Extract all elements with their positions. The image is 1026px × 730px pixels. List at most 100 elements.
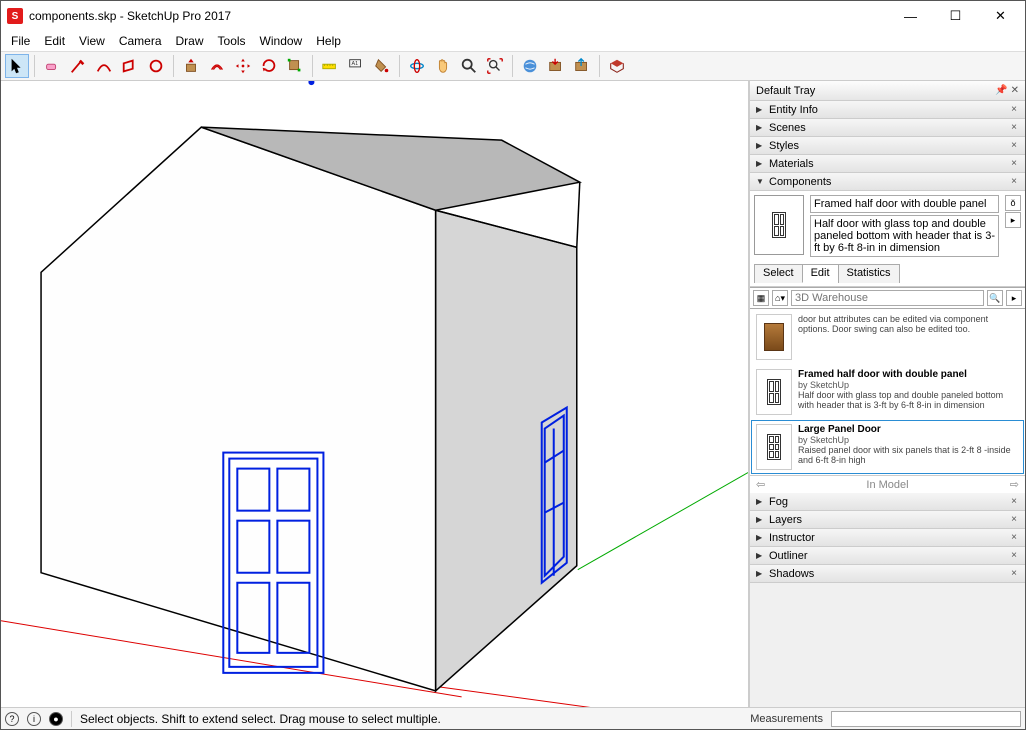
panel-fog[interactable]: ▶Fog× [750,493,1025,511]
component-name-field[interactable] [810,195,999,213]
text-tool[interactable]: A1 [344,54,368,78]
panel-layers[interactable]: ▶Layers× [750,511,1025,529]
panel-close-icon[interactable]: × [1009,550,1019,561]
paint-tool[interactable] [370,54,394,78]
signin-status-icon[interactable]: ● [49,712,63,726]
orbit-tool[interactable] [405,54,429,78]
tape-tool[interactable] [318,54,342,78]
panel-outliner[interactable]: ▶Outliner× [750,547,1025,565]
tab-statistics[interactable]: Statistics [838,264,900,283]
maximize-button[interactable]: ☐ [933,2,978,30]
add-location-tool[interactable] [518,54,542,78]
panel-shadows[interactable]: ▶Shadows× [750,565,1025,583]
default-tray: Default Tray 📌 ✕ ▶Entity Info× ▶Scenes× … [749,81,1025,707]
panel-close-icon[interactable]: × [1009,104,1019,115]
components-list: door but attributes can be edited via co… [750,309,1025,475]
panel-close-icon[interactable]: × [1009,568,1019,579]
scale-tool[interactable] [283,54,307,78]
toolbar-separator [173,55,174,77]
panel-materials[interactable]: ▶Materials× [750,155,1025,173]
panel-entity-info[interactable]: ▶Entity Info× [750,101,1025,119]
search-input[interactable] [791,290,984,306]
tray-empty [750,583,1025,707]
toolbar: A1 [1,51,1025,81]
component-thumbnail [754,195,804,255]
app-icon: S [7,8,23,24]
component-replace-button[interactable]: ▸ [1005,212,1021,228]
move-tool[interactable] [231,54,255,78]
panel-close-icon[interactable]: × [1009,532,1019,543]
components-search-row: ▦ ⌂▾ 🔍 ▸ [750,287,1025,309]
measurements-input[interactable] [831,711,1021,727]
component-thumb-icon [756,424,792,470]
component-item[interactable]: door but attributes can be edited via co… [751,310,1024,364]
panel-close-icon[interactable]: × [1009,514,1019,525]
main-area: Default Tray 📌 ✕ ▶Entity Info× ▶Scenes× … [1,81,1025,707]
rectangle-tool[interactable] [118,54,142,78]
menu-file[interactable]: File [5,32,36,50]
window-titlebar: S components.skp - SketchUp Pro 2017 — ☐… [1,1,1025,31]
panel-close-icon[interactable]: × [1009,122,1019,133]
menu-tools[interactable]: Tools [212,32,252,50]
panel-close-icon[interactable]: × [1009,496,1019,507]
tab-select[interactable]: Select [754,264,803,283]
panel-styles[interactable]: ▶Styles× [750,137,1025,155]
tray-pin-icon[interactable]: 📌 [995,85,1007,96]
share-model-tool[interactable] [570,54,594,78]
nav-back-icon[interactable]: ⇦ [756,478,765,491]
select-tool[interactable] [5,54,29,78]
nav-forward-icon[interactable]: ⇨ [1010,478,1019,491]
credits-status-icon[interactable]: i [27,712,41,726]
extension-warehouse-tool[interactable] [605,54,629,78]
details-icon[interactable]: ▸ [1006,290,1022,306]
status-hint: Select objects. Shift to extend select. … [80,712,441,726]
home-icon[interactable]: ⌂▾ [772,290,788,306]
components-panel-body: Half door with glass top and double pane… [750,191,1025,287]
panel-components[interactable]: ▼Components× [750,173,1025,191]
toolbar-separator [512,55,513,77]
panel-close-icon[interactable]: × [1009,140,1019,151]
pushpull-tool[interactable] [179,54,203,78]
menu-edit[interactable]: Edit [38,32,71,50]
component-thumb-icon [756,314,792,360]
arc-tool[interactable] [92,54,116,78]
zoom-extents-tool[interactable] [483,54,507,78]
geo-status-icon[interactable]: ? [5,712,19,726]
tab-edit[interactable]: Edit [802,264,839,283]
panel-close-icon[interactable]: × [1009,176,1019,187]
component-thumb-icon [756,369,792,415]
circle-tool[interactable] [144,54,168,78]
component-select-button[interactable]: ŏ [1005,195,1021,211]
eraser-tool[interactable] [40,54,64,78]
component-desc-field[interactable]: Half door with glass top and double pane… [810,215,999,257]
component-item[interactable]: Framed half door with double panel by Sk… [751,365,1024,419]
panel-close-icon[interactable]: × [1009,158,1019,169]
offset-tool[interactable] [205,54,229,78]
zoom-tool[interactable] [457,54,481,78]
panel-scenes[interactable]: ▶Scenes× [750,119,1025,137]
menu-camera[interactable]: Camera [113,32,168,50]
get-models-tool[interactable] [544,54,568,78]
panel-instructor[interactable]: ▶Instructor× [750,529,1025,547]
menu-help[interactable]: Help [310,32,347,50]
menu-window[interactable]: Window [254,32,309,50]
svg-text:A1: A1 [352,61,359,67]
minimize-button[interactable]: — [888,2,933,30]
line-tool[interactable] [66,54,90,78]
viewport-3d[interactable] [1,81,749,707]
view-mode-icon[interactable]: ▦ [753,290,769,306]
close-button[interactable]: ✕ [978,2,1023,30]
component-item-selected[interactable]: Large Panel Door by SketchUp Raised pane… [751,420,1024,474]
tray-title: Default Tray 📌 ✕ [750,81,1025,101]
toolbar-separator [599,55,600,77]
menubar: File Edit View Camera Draw Tools Window … [1,31,1025,51]
components-tabs: Select Edit Statistics [754,263,1021,282]
menu-view[interactable]: View [73,32,111,50]
pan-tool[interactable] [431,54,455,78]
search-icon[interactable]: 🔍 [987,290,1003,306]
tray-close-icon[interactable]: ✕ [1011,85,1019,96]
rotate-tool[interactable] [257,54,281,78]
menu-draw[interactable]: Draw [170,32,210,50]
window-title: components.skp - SketchUp Pro 2017 [29,9,888,23]
tray-title-label: Default Tray [756,85,815,97]
